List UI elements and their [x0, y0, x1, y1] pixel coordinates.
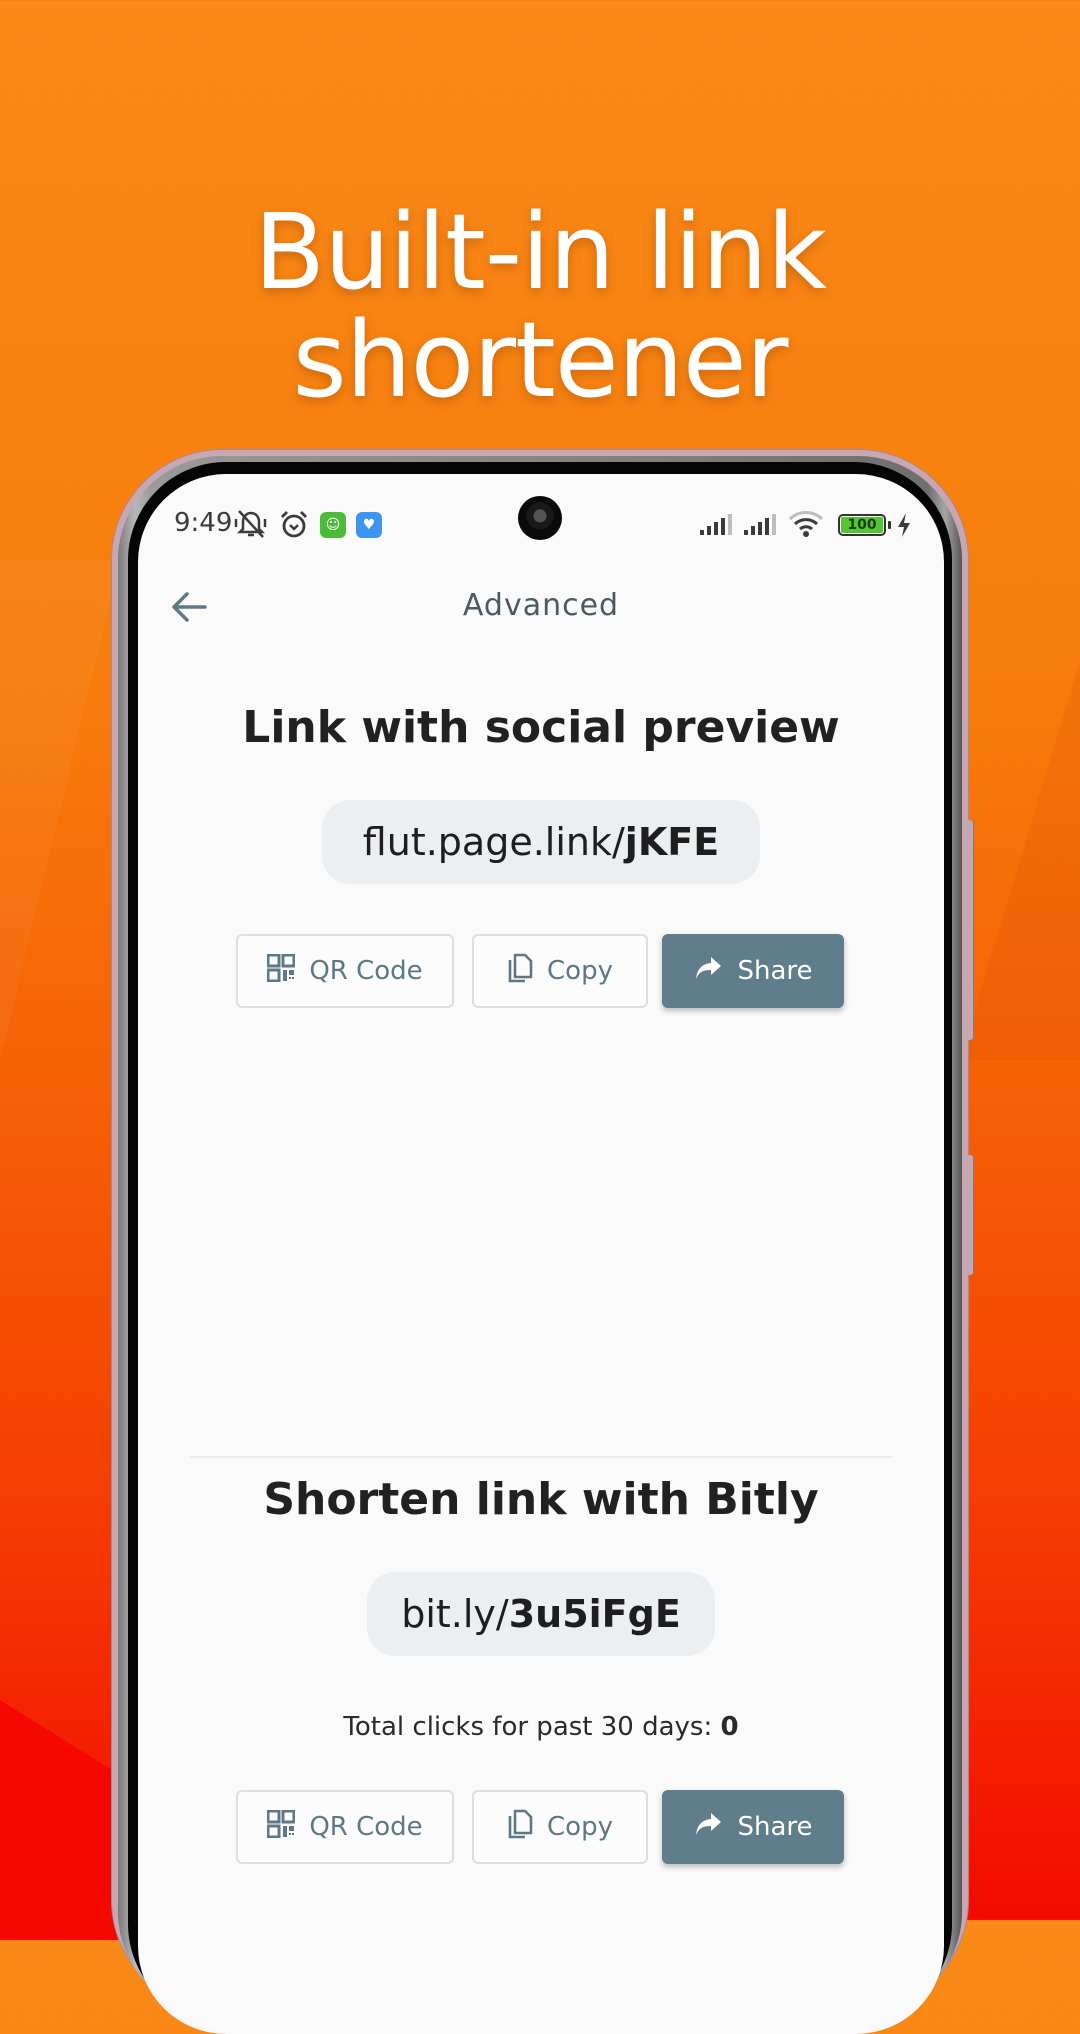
clicks-value: 0	[720, 1712, 739, 1742]
share-icon	[693, 955, 723, 988]
app-notification-blue-icon: ♥	[356, 512, 382, 538]
qr-code-label: QR Code	[309, 956, 423, 986]
social-preview-link[interactable]: flut.page.link/jKFE	[322, 800, 760, 884]
qr-code-label: QR Code	[309, 1812, 423, 1842]
copy-button[interactable]: Copy	[472, 1790, 648, 1864]
section-divider	[190, 1456, 892, 1458]
copy-label: Copy	[547, 1812, 613, 1842]
share-label: Share	[737, 956, 813, 986]
charging-icon	[896, 512, 912, 542]
qr-code-button[interactable]: QR Code	[236, 1790, 454, 1864]
signal-sim1-icon	[700, 514, 734, 540]
copy-icon	[507, 1809, 533, 1846]
link-prefix: bit.ly/	[401, 1592, 509, 1636]
qr-code-icon	[266, 953, 296, 989]
promo-headline-line2: shortener	[292, 298, 789, 421]
social-preview-title: Link with social preview	[242, 702, 840, 753]
battery-level: 100	[841, 517, 883, 533]
background-facet	[0, 560, 120, 1060]
copy-button[interactable]: Copy	[472, 934, 648, 1008]
bitly-actions: QR Code Copy Share	[236, 1790, 846, 1864]
background-facet	[0, 1700, 120, 1940]
link-code: 3u5iFgE	[508, 1592, 681, 1636]
phone-volume-button	[966, 820, 974, 1040]
link-prefix: flut.page.link/	[362, 820, 625, 864]
app-bar: Advanced	[138, 574, 944, 644]
share-button[interactable]: Share	[662, 934, 844, 1008]
wifi-icon	[788, 510, 824, 542]
social-preview-actions: QR Code Copy Share	[236, 934, 846, 1008]
clicks-label: Total clicks for past 30 days:	[343, 1712, 721, 1742]
status-time: 9:49	[174, 508, 233, 538]
phone-power-button	[966, 1155, 974, 1275]
share-icon	[693, 1811, 723, 1844]
battery-nub	[888, 521, 891, 529]
qr-code-icon	[266, 1809, 296, 1845]
alarm-icon	[278, 508, 310, 544]
copy-label: Copy	[547, 956, 613, 986]
promo-headline-line1: Built-in link	[253, 190, 827, 313]
qr-code-button[interactable]: QR Code	[236, 934, 454, 1008]
app-notification-green-icon: ☺	[320, 512, 346, 538]
battery-icon: 100	[838, 514, 886, 536]
share-label: Share	[737, 1812, 813, 1842]
link-code: jKFE	[624, 820, 720, 864]
signal-sim2-icon	[744, 514, 778, 540]
phone-screen: 9:49 ☺ ♥ 100 Advanced Link with social p…	[138, 474, 944, 2034]
total-clicks: Total clicks for past 30 days: 0	[138, 1712, 944, 1742]
vibrate-muted-icon	[234, 508, 268, 544]
bitly-link[interactable]: bit.ly/3u5iFgE	[367, 1572, 715, 1656]
bitly-title: Shorten link with Bitly	[263, 1474, 819, 1525]
page-title: Advanced	[462, 588, 620, 623]
background-facet	[960, 660, 1080, 1060]
status-bar: 9:49 ☺ ♥ 100	[138, 508, 944, 548]
share-button[interactable]: Share	[662, 1790, 844, 1864]
copy-icon	[507, 953, 533, 990]
promo-headline: Built-in link shortener	[0, 198, 1080, 414]
